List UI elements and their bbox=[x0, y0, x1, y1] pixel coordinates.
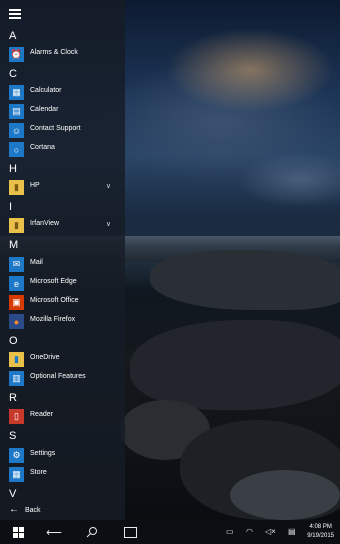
group-letter-o[interactable]: O bbox=[9, 335, 18, 347]
search-button[interactable] bbox=[80, 520, 104, 544]
group-letter-i[interactable]: I bbox=[9, 201, 12, 213]
group-letter-v[interactable]: V bbox=[9, 488, 16, 500]
app-folder-hp[interactable]: ▮ HP ∨ bbox=[0, 178, 125, 197]
app-item-reader[interactable]: ▯ Reader bbox=[0, 407, 125, 426]
search-icon bbox=[86, 527, 97, 538]
app-item-calculator[interactable]: ▦ Calculator bbox=[0, 83, 125, 102]
folder-icon: ▮ bbox=[9, 352, 24, 367]
app-item-optional-features[interactable]: ▥ Optional Features bbox=[0, 369, 125, 388]
start-button[interactable] bbox=[0, 520, 36, 544]
reader-icon: ▯ bbox=[9, 409, 24, 424]
app-label: Calculator bbox=[30, 87, 62, 94]
back-label: Back bbox=[25, 507, 41, 514]
group-letter-a[interactable]: A bbox=[9, 30, 16, 42]
edge-icon: e bbox=[9, 276, 24, 291]
task-view-icon bbox=[123, 526, 137, 538]
calculator-icon: ▦ bbox=[9, 85, 24, 100]
app-label: Microsoft Office bbox=[30, 297, 79, 304]
group-letter-h[interactable]: H bbox=[9, 163, 17, 175]
back-arrow-icon: ← bbox=[9, 504, 19, 515]
wallpaper-rock bbox=[230, 470, 340, 520]
office-icon: ▣ bbox=[9, 295, 24, 310]
cortana-icon: ○ bbox=[9, 142, 24, 157]
taskbar-clock[interactable]: 4:08 PM 9/19/2015 bbox=[307, 523, 334, 541]
app-item-microsoft-office[interactable]: ▣ Microsoft Office bbox=[0, 293, 125, 312]
firefox-icon: ● bbox=[9, 314, 24, 329]
task-view-button[interactable] bbox=[118, 520, 142, 544]
group-letter-c[interactable]: C bbox=[9, 68, 17, 80]
group-letter-s[interactable]: S bbox=[9, 430, 16, 442]
app-label: Reader bbox=[30, 411, 53, 418]
optional-features-icon: ▥ bbox=[9, 371, 24, 386]
start-menu-all-apps: A ⏰ Alarms & Clock C ▦ Calculator ▤ Cale… bbox=[0, 0, 125, 520]
app-label: Microsoft Edge bbox=[30, 278, 77, 285]
app-item-microsoft-edge[interactable]: e Microsoft Edge bbox=[0, 274, 125, 293]
store-icon: ▦ bbox=[9, 467, 24, 482]
chevron-down-icon[interactable]: ∨ bbox=[106, 182, 111, 190]
back-arrow-icon: ⟵ bbox=[46, 526, 62, 539]
folder-icon: ▮ bbox=[9, 180, 24, 195]
taskbar: ⟵ ▭ ◠ ◁× ▤ 4:08 PM 9/19/2015 bbox=[0, 520, 340, 544]
app-item-contact-support[interactable]: ☺ Contact Support bbox=[0, 121, 125, 140]
mail-icon: ✉ bbox=[9, 257, 24, 272]
battery-icon[interactable]: ▭ bbox=[226, 527, 234, 536]
back-button[interactable]: ← Back bbox=[9, 504, 41, 515]
app-label: Mail bbox=[30, 259, 43, 266]
wifi-icon[interactable]: ◠ bbox=[246, 527, 253, 536]
app-item-cortana[interactable]: ○ Cortana bbox=[0, 140, 125, 159]
chevron-down-icon[interactable]: ∨ bbox=[106, 220, 111, 228]
app-item-store[interactable]: ▦ Store bbox=[0, 465, 125, 484]
alarm-clock-icon: ⏰ bbox=[9, 47, 24, 62]
windows-logo-icon bbox=[12, 526, 24, 538]
hamburger-menu-icon[interactable] bbox=[9, 9, 21, 19]
volume-muted-icon[interactable]: ◁× bbox=[265, 527, 276, 536]
app-label: IrfanView bbox=[30, 220, 60, 227]
app-label: Alarms & Clock bbox=[30, 49, 78, 56]
app-label: Mozilla Firefox bbox=[30, 316, 76, 323]
app-item-mail[interactable]: ✉ Mail bbox=[0, 255, 125, 274]
app-folder-irfanview[interactable]: ▮ IrfanView ∨ bbox=[0, 216, 125, 235]
app-item-settings[interactable]: ⚙ Settings bbox=[0, 446, 125, 465]
app-item-mozilla-firefox[interactable]: ● Mozilla Firefox bbox=[0, 312, 125, 331]
gear-icon: ⚙ bbox=[9, 448, 24, 463]
app-item-calendar[interactable]: ▤ Calendar bbox=[0, 102, 125, 121]
app-label: Contact Support bbox=[30, 125, 81, 132]
group-letter-m[interactable]: M bbox=[9, 239, 18, 251]
app-item-alarms-clock[interactable]: ⏰ Alarms & Clock bbox=[0, 45, 125, 64]
app-label: HP bbox=[30, 182, 40, 189]
app-label: Calendar bbox=[30, 106, 59, 113]
app-label: Store bbox=[30, 469, 47, 476]
calendar-icon: ▤ bbox=[9, 104, 24, 119]
wallpaper-rock bbox=[150, 250, 340, 310]
wallpaper-rock bbox=[130, 320, 340, 410]
app-label: Cortana bbox=[30, 144, 55, 151]
clock-time: 4:08 PM bbox=[309, 524, 332, 530]
contact-support-icon: ☺ bbox=[9, 123, 24, 138]
clock-date: 9/19/2015 bbox=[307, 533, 334, 539]
group-letter-r[interactable]: R bbox=[9, 392, 17, 404]
action-center-icon[interactable]: ▤ bbox=[288, 527, 296, 536]
taskbar-back-button[interactable]: ⟵ bbox=[42, 520, 66, 544]
app-item-onedrive[interactable]: ▮ OneDrive bbox=[0, 350, 125, 369]
folder-icon: ▮ bbox=[9, 218, 24, 233]
app-label: Optional Features bbox=[30, 373, 86, 380]
app-label: Settings bbox=[30, 450, 56, 457]
app-label: OneDrive bbox=[30, 354, 60, 361]
